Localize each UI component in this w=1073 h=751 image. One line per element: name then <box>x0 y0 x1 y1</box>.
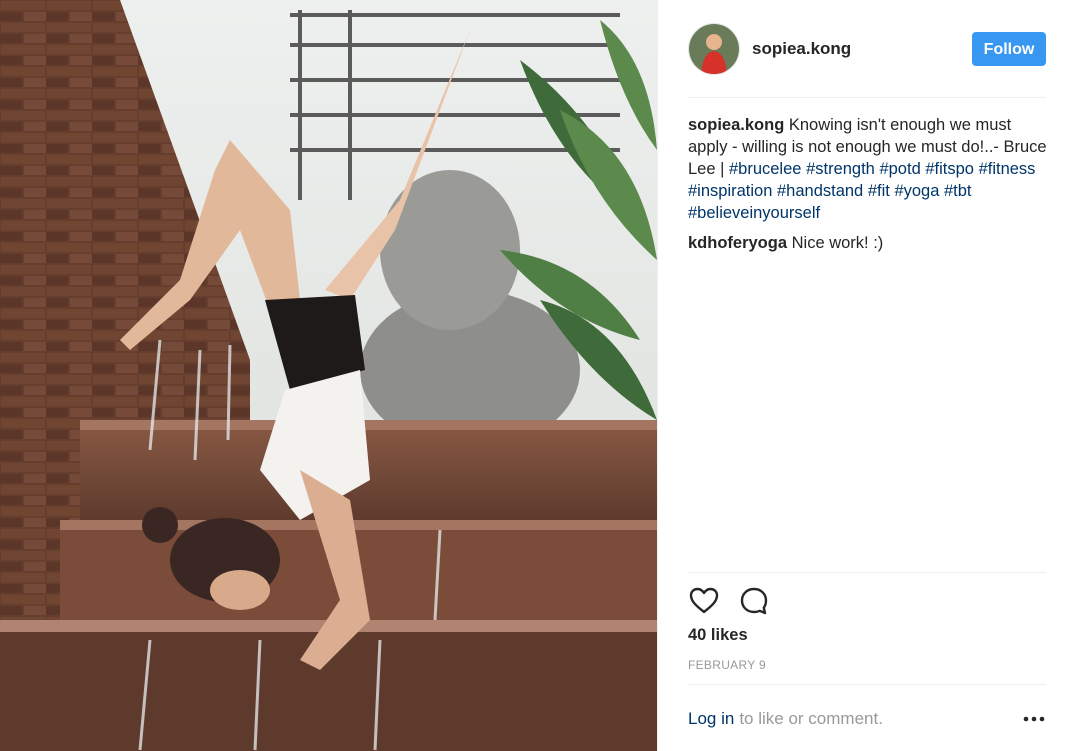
header-divider <box>688 97 1046 98</box>
comment-author[interactable]: kdhoferyoga <box>688 234 787 252</box>
heart-icon[interactable] <box>688 585 720 617</box>
post-header: sopiea.kong Follow <box>688 22 1046 76</box>
comment-item: kdhoferyoga Nice work! :) <box>688 232 1048 254</box>
hashtag-link[interactable]: #believeinyourself <box>688 204 820 222</box>
hashtag-link[interactable]: #yoga <box>894 182 939 200</box>
comment-icon[interactable] <box>738 585 770 617</box>
actions-divider <box>688 572 1046 573</box>
hashtag-link[interactable]: #fitspo <box>925 160 974 178</box>
hashtag-link[interactable]: #strength <box>806 160 875 178</box>
hashtag-link[interactable]: #tbt <box>944 182 972 200</box>
footer-divider <box>688 684 1046 685</box>
hashtag-link[interactable]: #brucelee <box>729 160 801 178</box>
login-prompt: Log in to like or comment. <box>688 707 1046 731</box>
post-side-panel: sopiea.kong Follow sopiea.kong Knowing i… <box>657 0 1073 751</box>
hashtag-link[interactable]: #inspiration <box>688 182 772 200</box>
caption: sopiea.kong Knowing isn't enough we must… <box>688 114 1048 224</box>
follow-button[interactable]: Follow <box>972 32 1046 66</box>
hashtag-link[interactable]: #potd <box>879 160 920 178</box>
comment-text: Nice work! :) <box>787 234 884 252</box>
hashtag-link[interactable]: #fitness <box>979 160 1036 178</box>
handstand-photo-illustration <box>0 0 657 751</box>
post-date: FEBRUARY 9 <box>688 658 766 672</box>
avatar-image <box>689 24 739 74</box>
hashtag-link[interactable]: #fit <box>868 182 890 200</box>
header-username[interactable]: sopiea.kong <box>752 39 851 59</box>
caption-author[interactable]: sopiea.kong <box>688 116 784 134</box>
login-suffix-text: to like or comment. <box>739 709 883 728</box>
avatar[interactable] <box>688 23 740 75</box>
login-link[interactable]: Log in <box>688 709 734 729</box>
hashtag-link[interactable]: #handstand <box>777 182 863 200</box>
action-bar <box>688 585 770 617</box>
more-options-icon[interactable] <box>1022 709 1046 729</box>
post-photo[interactable] <box>0 0 657 751</box>
likes-count[interactable]: 40 likes <box>688 626 748 645</box>
comments-list: sopiea.kong Knowing isn't enough we must… <box>688 114 1048 262</box>
